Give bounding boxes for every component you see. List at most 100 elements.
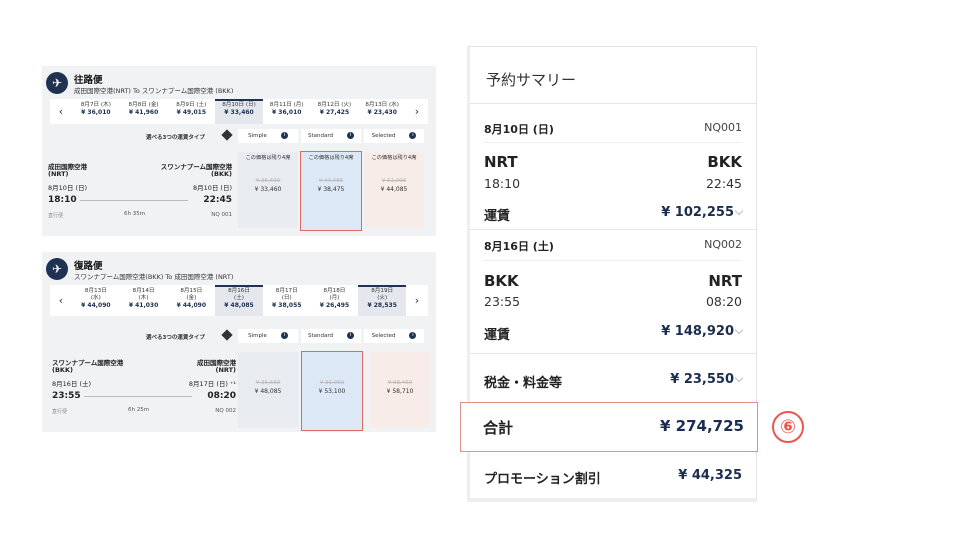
fare-option-standard[interactable]: ¥ 31,050 ¥ 53,100: [301, 351, 363, 431]
info-icon[interactable]: i: [409, 332, 417, 339]
seats-left: この価格は残り4席: [245, 155, 291, 161]
date-weekday: (日): [281, 294, 292, 301]
fare-price: ¥ 58,710: [386, 388, 414, 395]
divider: [484, 142, 742, 143]
fare-type-selected[interactable]: Selected i: [364, 329, 424, 343]
leg2-date: 8月16日 (土): [484, 240, 554, 253]
arrival-time: 08:20: [207, 391, 236, 401]
departure-date: 8月10日 (日): [48, 184, 88, 192]
date-tab[interactable]: 8月7日 (木) ¥ 36,010: [72, 99, 120, 124]
date-weekday: (火): [377, 294, 388, 301]
info-icon[interactable]: i: [280, 132, 288, 139]
chevron-down-icon[interactable]: [734, 373, 744, 383]
date-price: ¥ 41,960: [128, 108, 159, 116]
date-label: 8月11日 (月): [269, 102, 304, 108]
leg1-arrival-time: 22:45: [705, 176, 742, 191]
prev-date-arrow-icon[interactable]: ‹: [50, 99, 72, 124]
date-tab[interactable]: 8月19日 (火) ¥ 28,535: [358, 285, 407, 316]
date-weekday: (月): [329, 294, 340, 301]
chevron-down-icon[interactable]: [734, 206, 744, 216]
date-tab[interactable]: 8月12日 (火) ¥ 27,425: [311, 99, 359, 124]
fare-type-header: 選べる3つの運賃タイプ Simple i Standard i Selected i: [42, 329, 436, 343]
date-price: ¥ 23,430: [367, 108, 397, 116]
leg2-fare-amount[interactable]: ¥ 148,920: [661, 324, 734, 339]
tag-icon: [221, 329, 233, 341]
chevron-down-icon[interactable]: [734, 325, 744, 335]
flight-number: NQ 002: [215, 408, 236, 414]
flight-line: [84, 396, 192, 397]
outbound-title: 往路便: [74, 75, 103, 86]
flight-duration: 6h 25m: [128, 407, 150, 413]
date-label: 8月13日: [84, 288, 107, 294]
date-label: 8月14日: [132, 288, 155, 294]
tax-amount[interactable]: ¥ 23,550: [670, 372, 734, 387]
fare-option-selected[interactable]: この価格は残り4席 ¥ 51,090 ¥ 44,085: [364, 152, 424, 228]
date-tab[interactable]: 8月18日 (月) ¥ 26,495: [311, 285, 359, 316]
fare-type-simple[interactable]: Simple i: [238, 129, 298, 143]
inbound-flight-panel: ✈ 復路便 スワンナプーム国際空港(BKK) To 成田国際空港 (NRT) ‹…: [42, 252, 436, 432]
plane-icon: ✈: [46, 72, 68, 94]
plane-icon: ✈: [46, 258, 68, 280]
prev-date-arrow-icon[interactable]: ‹: [50, 285, 72, 316]
departure-code: (BKK): [52, 366, 73, 374]
fare-type-name: Standard: [307, 133, 334, 139]
date-tab[interactable]: 8月9日 (土) ¥ 49,015: [167, 99, 215, 124]
date-label: 8月15日: [180, 288, 203, 294]
arrival-code: (NRT): [215, 366, 236, 374]
seats-left: この価格は残り4席: [371, 155, 417, 161]
fare-type-selected[interactable]: Selected i: [364, 129, 424, 143]
date-price: ¥ 33,460: [224, 108, 254, 116]
total-label: 合計: [483, 419, 514, 437]
date-price: ¥ 49,015: [176, 108, 206, 116]
fare-type-name: Selected: [371, 133, 396, 139]
original-price: ¥ 35,560: [255, 380, 281, 386]
date-label: 8月8日 (金): [128, 102, 159, 108]
next-date-arrow-icon[interactable]: ›: [406, 99, 428, 124]
leg2-fare-label: 運賃: [484, 328, 511, 343]
fare-option-simple[interactable]: この価格は残り4席 ¥ 35,590 ¥ 33,460: [238, 152, 298, 228]
date-price: ¥ 48,085: [224, 301, 254, 309]
date-price: ¥ 27,425: [319, 108, 350, 116]
arrival-date: 8月17日 (日) ⁺¹: [188, 380, 236, 388]
fare-option-selected[interactable]: ¥ 68,460 ¥ 58,710: [370, 352, 430, 428]
date-price: ¥ 36,010: [272, 108, 302, 116]
departure-time: 23:55: [52, 391, 81, 401]
fare-type-standard[interactable]: Standard i: [301, 329, 361, 343]
flight-line: [80, 200, 188, 201]
info-icon[interactable]: i: [409, 132, 417, 139]
date-label: 8月13日 (水): [365, 102, 399, 108]
fare-type-simple[interactable]: Simple i: [238, 329, 298, 343]
info-icon[interactable]: i: [280, 332, 288, 339]
date-tab[interactable]: 8月14日 (木) ¥ 41,030: [120, 285, 168, 316]
fare-option-simple[interactable]: ¥ 35,560 ¥ 48,085: [238, 352, 298, 428]
date-tab[interactable]: 8月11日 (月) ¥ 36,010: [263, 99, 311, 124]
info-icon[interactable]: i: [347, 132, 355, 139]
fare-option-standard[interactable]: この価格は残り4席 ¥ 44,485 ¥ 38,475: [300, 151, 362, 231]
fare-type-name: Simple: [248, 133, 267, 139]
inbound-flight-row: スワンナプーム国際空港 成田国際空港 (BKK) (NRT) 8月16日 (土)…: [52, 357, 236, 427]
date-tab-selected[interactable]: 8月16日 (土) ¥ 48,085: [215, 285, 263, 316]
date-tab[interactable]: 8月13日 (水) ¥ 23,430: [358, 99, 406, 124]
date-tab[interactable]: 8月15日 (金) ¥ 44,090: [167, 285, 215, 316]
fare-price: ¥ 44,085: [380, 186, 408, 193]
fare-type-standard[interactable]: Standard i: [301, 129, 361, 143]
date-tab[interactable]: 8月13日 (水) ¥ 44,090: [72, 285, 120, 316]
date-price: ¥ 41,030: [128, 301, 159, 309]
fare-type-label: 選べる3つの運賃タイプ: [146, 335, 205, 341]
info-icon[interactable]: i: [347, 332, 355, 339]
leg1-fare-amount[interactable]: ¥ 102,255: [661, 205, 734, 220]
leg2-arrival-time: 08:20: [705, 294, 742, 309]
inbound-route: スワンナプーム国際空港(BKK) To 成田国際空港 (NRT): [74, 273, 234, 281]
date-weekday: (木): [138, 294, 149, 301]
tax-label: 税金・料金等: [484, 376, 563, 391]
leg1-fare-label: 運賃: [484, 209, 511, 224]
next-date-arrow-icon[interactable]: ›: [406, 285, 428, 316]
date-tab[interactable]: 8月17日 (日) ¥ 38,055: [263, 285, 311, 316]
date-tab-selected[interactable]: 8月10日 (日) ¥ 33,460: [215, 99, 263, 124]
leg1-date: 8月10日 (日): [484, 123, 554, 136]
fare-type-header: 選べる3つの運賃タイプ Simple i Standard i Selected i: [42, 129, 436, 143]
leg1-flight-number: NQ001: [704, 121, 742, 134]
fare-price: ¥ 48,085: [254, 388, 282, 395]
date-tab[interactable]: 8月8日 (金) ¥ 41,960: [120, 99, 168, 124]
original-price: ¥ 35,590: [255, 178, 281, 184]
